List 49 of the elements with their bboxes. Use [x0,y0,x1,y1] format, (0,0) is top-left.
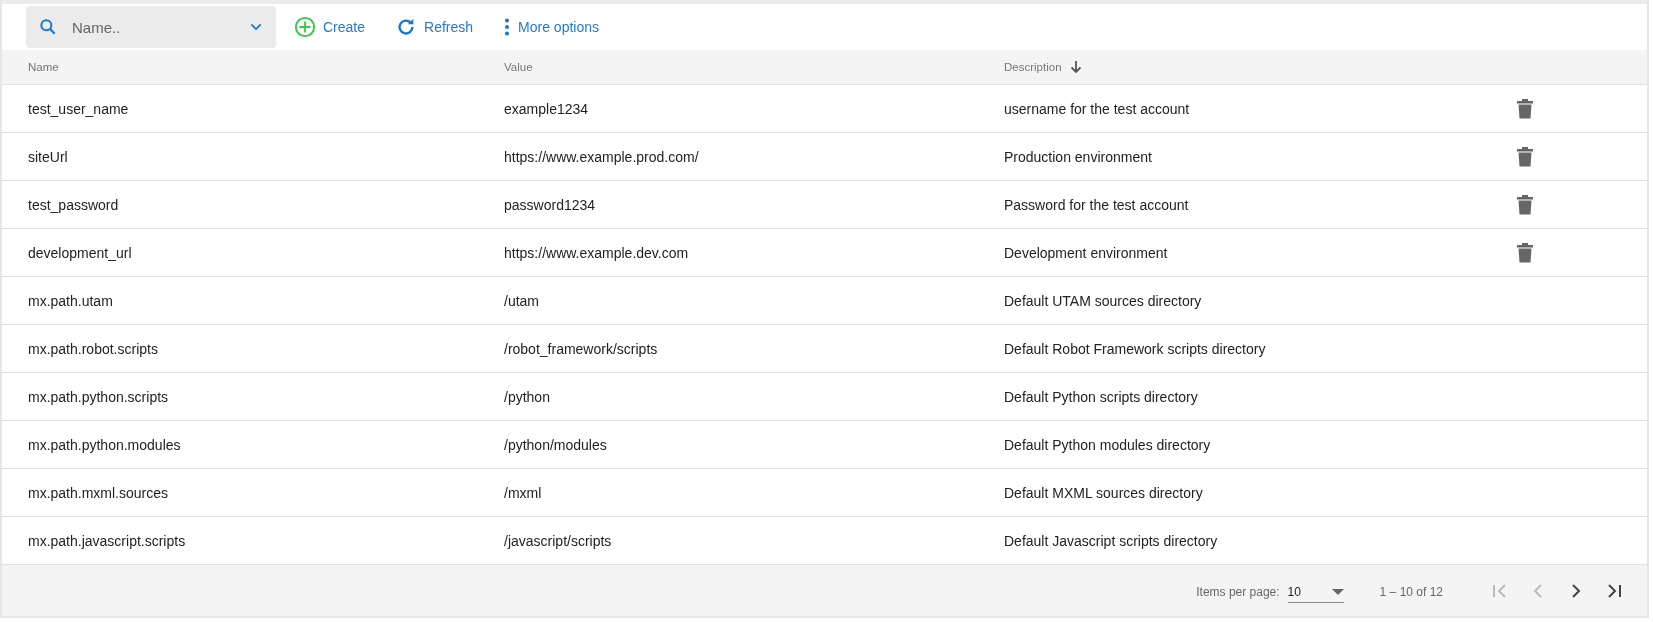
table-cell: Default MXML sources directory [1004,484,1203,501]
table-cell: development_url [28,244,132,261]
page-range-label: 1 – 10 of 12 [1379,585,1443,599]
table-cell: /javascript/scripts [504,532,612,549]
table-cell: /utam [504,292,539,309]
items-per-page-label: Items per page: [1196,585,1280,599]
table-cell: mx.path.robot.scripts [28,340,158,357]
table-cell: mx.path.python.scripts [28,388,169,405]
table-cell: /python [504,388,550,405]
column-header[interactable]: Value [504,61,533,73]
table-cell: https://www.example.prod.com/ [504,148,699,165]
table-cell: mx.path.python.modules [28,436,181,453]
create-button[interactable]: Create [282,10,378,44]
table-cell: Default Robot Framework scripts directory [1004,340,1266,357]
refresh-button[interactable]: Refresh [383,10,486,44]
table-cell: Default Javascript scripts directory [1004,532,1218,549]
search-input[interactable]: Name.. [70,17,236,37]
table-cell: test_password [28,196,119,213]
dropdown-triangle-icon [1331,588,1344,595]
search-bar[interactable]: Name.. [26,6,276,48]
table-cell: /python/modules [504,436,607,453]
table-cell: Production environment [1004,148,1152,165]
table-cell: test_user_name [28,100,129,117]
table-cell: Password for the test account [1004,196,1189,213]
trash-icon[interactable] [1517,194,1533,215]
column-header[interactable]: Name [28,61,59,73]
page-size-select[interactable]: 10 [1287,581,1344,603]
column-header[interactable]: Description [1004,61,1062,73]
table-cell: mx.path.utam [28,292,113,309]
table-cell: /robot_framework/scripts [504,340,658,357]
plus-circle-icon [294,16,316,38]
trash-icon[interactable] [1517,98,1533,119]
table-cell: Default Python scripts directory [1004,388,1198,405]
table-cell: https://www.example.dev.com [504,244,689,261]
table-cell: Default UTAM sources directory [1004,292,1202,309]
trash-icon[interactable] [1517,242,1533,263]
table-cell: siteUrl [28,148,68,165]
table-cell: username for the test account [1004,100,1190,117]
table-cell: example1234 [504,100,589,117]
more-button[interactable]: More options [491,10,611,44]
table-cell: /mxml [504,484,542,501]
search-icon [38,17,58,37]
table-cell: mx.path.javascript.scripts [28,532,186,549]
table-cell: password1234 [504,196,596,213]
table-cell: mx.path.mxml.sources [28,484,169,501]
table-cell: Default Python modules directory [1004,436,1211,453]
table-cell: Development environment [1004,244,1168,261]
trash-icon[interactable] [1517,146,1533,167]
vertical-dots-icon [503,16,512,38]
